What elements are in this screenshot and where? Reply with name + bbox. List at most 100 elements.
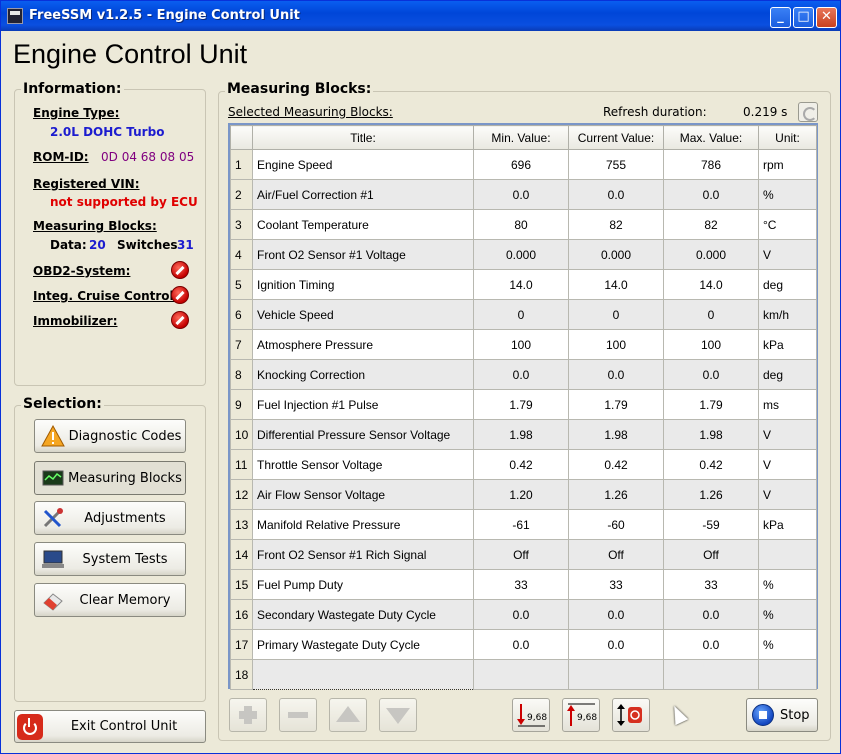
column-header-unit[interactable]: Unit: [758,125,817,150]
maximize-button[interactable]: □ [793,7,814,28]
row-index: 17 [230,629,253,660]
app-window: FreeSSM v1.2.5 - Engine Control Unit _ □… [0,0,841,754]
cell-title[interactable]: Secondary Wastegate Duty Cycle [252,599,474,630]
column-header-max[interactable]: Max. Value: [663,125,759,150]
column-header-title[interactable]: Title: [252,125,474,150]
minus-icon [288,712,308,718]
remove-block-button[interactable] [279,698,317,732]
table-row[interactable]: 4 Front O2 Sensor #1 Voltage 0.000 0.000 0.0… [230,239,817,270]
not-available-icon [171,261,189,279]
cell-title[interactable]: Coolant Temperature [252,209,474,240]
cell-unit: % [758,569,817,600]
row-index: 2 [230,179,253,210]
immobilizer-label: Immobilizer: [33,314,118,328]
column-header-min[interactable]: Min. Value: [473,125,569,150]
clear-memory-button[interactable]: Clear Memory [34,583,186,617]
row-index: 3 [230,209,253,240]
stop-button[interactable]: Stop [746,698,818,732]
diagnostic-codes-button[interactable]: Diagnostic Codes [34,419,186,453]
cell-current-value: 1.26 [568,479,664,510]
cell-title[interactable]: Throttle Sensor Voltage [252,449,474,480]
table-row[interactable]: 3 Coolant Temperature 80 82 82 °C [230,209,817,240]
table-row[interactable]: 17 Primary Wastegate Duty Cycle 0.0 0.0 0.0% [230,629,817,660]
cell-title[interactable]: Primary Wastegate Duty Cycle [252,629,474,660]
min-value-icon: 9,68 [517,704,547,727]
move-up-button[interactable] [329,698,367,732]
svg-text:9,68: 9,68 [527,713,547,723]
cell-title[interactable] [252,659,474,690]
plus-icon [239,706,257,724]
row-index: 11 [230,449,253,480]
cell-unit: deg [758,359,817,390]
eraser-icon [41,589,65,611]
exit-control-unit-button[interactable]: Exit Control Unit [14,710,206,743]
table-row[interactable]: 16 Secondary Wastegate Duty Cycle 0.0 0.0 0.… [230,599,817,630]
cell-current-value: 100 [568,329,664,360]
table-row[interactable]: 2 Air/Fuel Correction #1 0.0 0.0 0.0% [230,179,817,210]
table-row[interactable]: 10 Differential Pressure Sensor Voltage 1.… [230,419,817,450]
cell-max-value: 1.26 [663,479,759,510]
table-row[interactable]: 14 Front O2 Sensor #1 Rich Signal Off Off Of… [230,539,817,570]
table-row[interactable]: 5 Ignition Timing 14.0 14.0 14.0 deg [230,269,817,300]
cell-title[interactable]: Front O2 Sensor #1 Voltage [252,239,474,270]
information-title: Information: [21,81,124,97]
cell-title[interactable]: Vehicle Speed [252,299,474,330]
cell-min-value: 0.0 [473,179,569,210]
column-header-current[interactable]: Current Value: [568,125,664,150]
cell-title[interactable]: Knocking Correction [252,359,474,390]
cell-current-value: 0.000 [568,239,664,270]
row-index: 4 [230,239,253,270]
cell-unit: rpm [758,149,817,180]
cell-min-value: 33 [473,569,569,600]
cell-max-value: 0.0 [663,359,759,390]
reset-max-button[interactable]: 9,68 [562,698,600,732]
table-row[interactable]: 15 Fuel Pump Duty 33 33 33% [230,569,817,600]
close-button[interactable]: ✕ [816,7,837,28]
table-row[interactable]: 6 Vehicle Speed 0 0 0 km/h [230,299,817,330]
table-row[interactable]: 9 Fuel Injection #1 Pulse 1.79 1.79 1.79 ms [230,389,817,420]
measuring-blocks-label: Measuring Blocks: [33,219,157,233]
table-row[interactable]: 18 [230,659,817,690]
measuring-blocks-table: Title: Min. Value: Current Value: Max. V… [228,123,818,690]
svg-text:9,68: 9,68 [577,713,597,723]
reset-all-button[interactable] [612,698,650,732]
cell-title[interactable]: Fuel Pump Duty [252,569,474,600]
table-row[interactable]: 7 Atmosphere Pressure 100 100 100 kPa [230,329,817,360]
data-count: 20 [89,238,106,252]
window-title: FreeSSM v1.2.5 - Engine Control Unit [29,8,300,23]
cell-title[interactable]: Air Flow Sensor Voltage [252,479,474,510]
table-row[interactable]: 8 Knocking Correction 0.0 0.0 0.0 deg [230,359,817,390]
cell-unit: kPa [758,329,817,360]
cell-min-value: 0.42 [473,449,569,480]
cell-title[interactable]: Front O2 Sensor #1 Rich Signal [252,539,474,570]
table-row[interactable]: 12 Air Flow Sensor Voltage 1.20 1.26 1.26 V [230,479,817,510]
cell-current-value: 0.42 [568,449,664,480]
rom-id-value: 0D 04 68 08 05 [101,150,195,164]
adjustments-button[interactable]: Adjustments [34,501,186,535]
cell-title[interactable]: Air/Fuel Correction #1 [252,179,474,210]
vin-value: not supported by ECU [50,195,198,209]
system-tests-button[interactable]: System Tests [34,542,186,576]
row-index: 8 [230,359,253,390]
add-block-button[interactable] [229,698,267,732]
timer-icon[interactable] [798,102,818,122]
cell-title[interactable]: Fuel Injection #1 Pulse [252,389,474,420]
reset-min-button[interactable]: 9,68 [512,698,550,732]
row-index: 1 [230,149,253,180]
cell-title[interactable]: Manifold Relative Pressure [252,509,474,540]
table-row[interactable]: 13 Manifold Relative Pressure -61 -60 -59 kPa [230,509,817,540]
move-down-button[interactable] [379,698,417,732]
table-row[interactable]: 11 Throttle Sensor Voltage 0.42 0.42 0.42 V [230,449,817,480]
cell-max-value: 100 [663,329,759,360]
data-label: Data: [50,238,87,252]
minimize-button[interactable]: _ [770,7,791,28]
cell-title[interactable]: Engine Speed [252,149,474,180]
table-row[interactable]: 1 Engine Speed 696 755 786 rpm [230,149,817,180]
measuring-blocks-button[interactable]: Measuring Blocks [34,461,186,495]
cell-max-value: 0.000 [663,239,759,270]
cell-title[interactable]: Atmosphere Pressure [252,329,474,360]
arrow-down-icon [386,708,410,724]
cell-title[interactable]: Ignition Timing [252,269,474,300]
cell-title[interactable]: Differential Pressure Sensor Voltage [252,419,474,450]
row-index: 18 [230,659,253,690]
